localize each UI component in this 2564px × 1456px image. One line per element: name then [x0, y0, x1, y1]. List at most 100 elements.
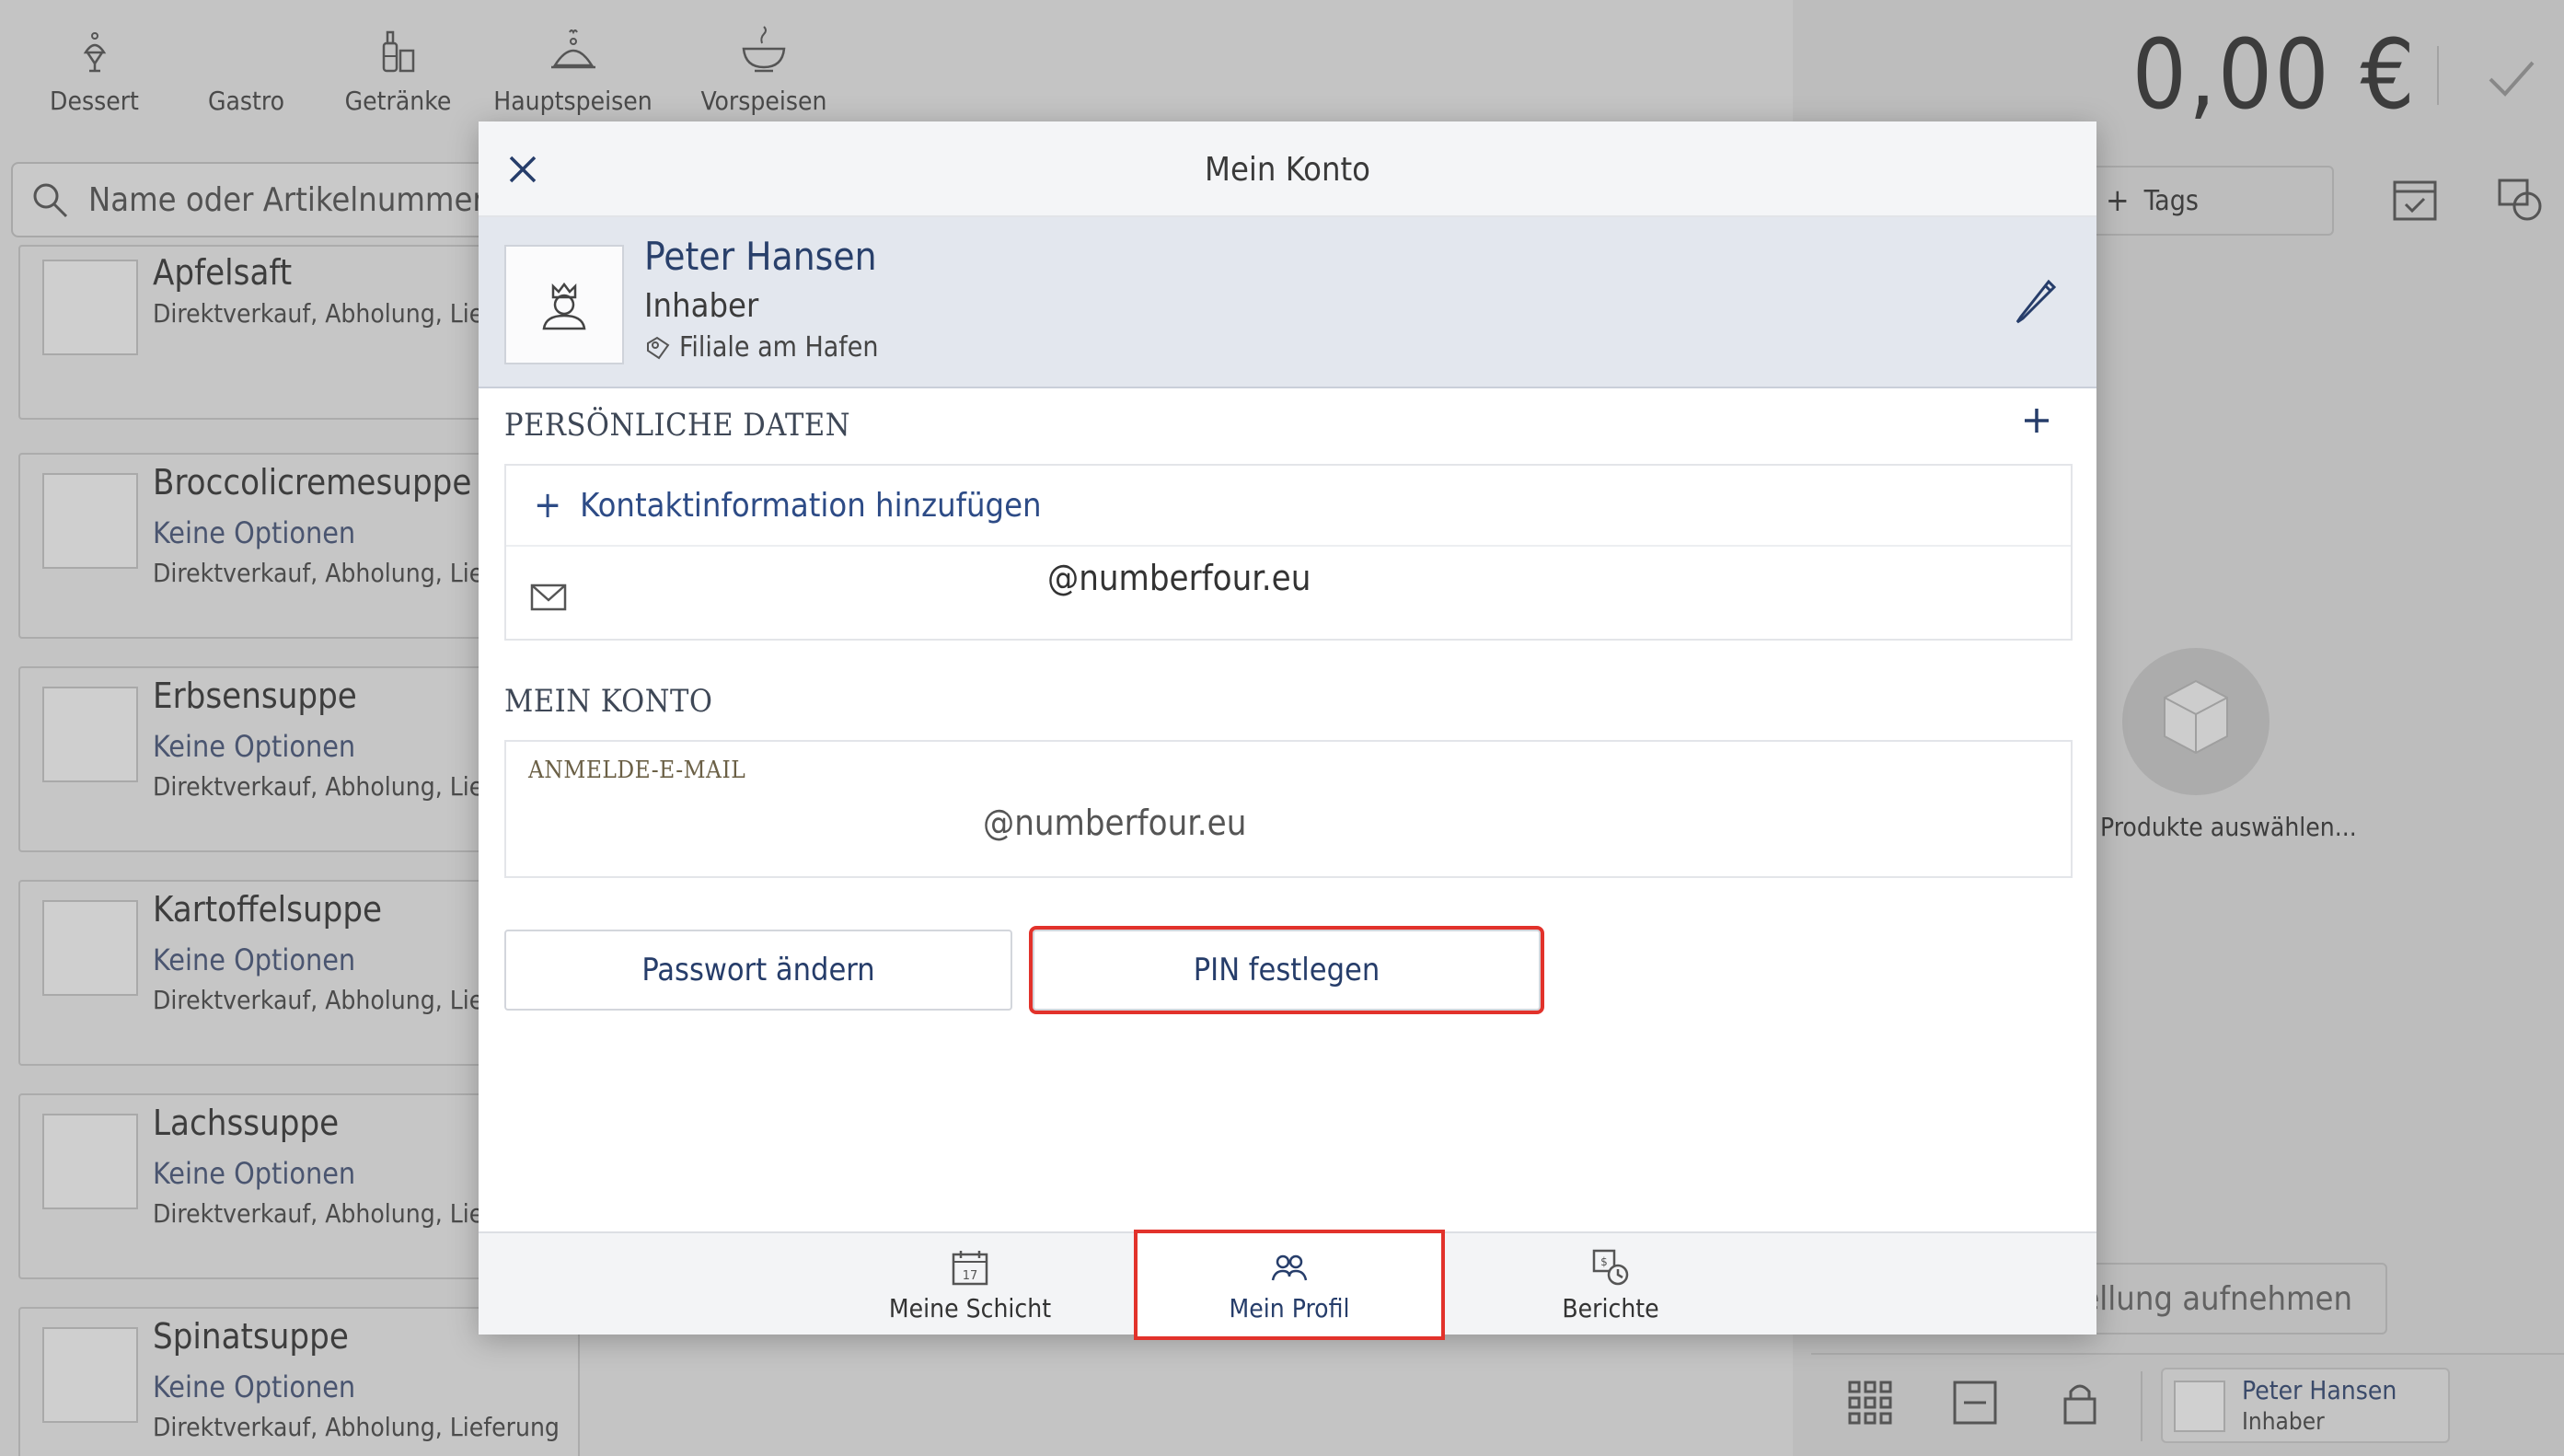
main-dishes-icon	[550, 29, 595, 69]
product-image	[42, 473, 138, 569]
tab-label: Mein Profil	[1229, 1292, 1350, 1323]
product-channels: Direktverkauf, Abholung, Lief	[153, 771, 492, 802]
current-user-name: Peter Hansen	[2242, 1375, 2397, 1405]
divider	[2141, 1371, 2142, 1441]
search-icon	[33, 183, 68, 218]
checkmark-icon[interactable]	[2481, 48, 2540, 107]
product-channels: Direktverkauf, Abholung, Lieferung	[153, 1412, 560, 1442]
category-dessert[interactable]: Dessert	[18, 0, 170, 138]
avatar	[2174, 1381, 2225, 1432]
profile-name: Peter Hansen	[644, 234, 877, 279]
profile-role: Inhaber	[644, 287, 759, 325]
category-drinks[interactable]: Getränke	[322, 0, 474, 138]
product-options: Keine Optionen	[153, 1369, 356, 1404]
email-row[interactable]: @numberfour.eu	[506, 547, 2071, 639]
category-starters[interactable]: Vorspeisen	[672, 0, 856, 138]
category-label: Getränke	[344, 86, 452, 116]
tab-reports[interactable]: $ Berichte	[1491, 1233, 1730, 1336]
product-channels: Direktverkauf, Abholung, Lief	[153, 1198, 492, 1229]
switch-icon[interactable]	[2494, 173, 2546, 225]
current-user-role: Inhaber	[2242, 1408, 2325, 1436]
product-name: Apfelsaft	[153, 252, 293, 293]
product-image	[42, 1114, 138, 1209]
reports-icon: $	[1592, 1249, 1629, 1285]
my-account-heading: MEIN KONTO	[504, 683, 713, 720]
email-value: @numberfour.eu	[1047, 558, 1311, 598]
product-name: Erbsensuppe	[153, 676, 357, 716]
product-channels: Direktverkauf, Abholung, Lief	[153, 558, 492, 588]
plus-icon: +	[2106, 182, 2130, 219]
calendar-icon: 17	[952, 1250, 988, 1285]
product-name: Broccolicremesuppe	[153, 462, 472, 503]
login-email-value: @numberfour.eu	[983, 803, 1247, 843]
add-contact-label: Kontaktinformation hinzufügen	[580, 486, 1042, 525]
product-image	[42, 260, 138, 355]
product-options: Keine Optionen	[153, 1156, 356, 1191]
category-label: Gastro	[207, 86, 285, 116]
close-button[interactable]	[479, 121, 567, 217]
product-options: Keine Optionen	[153, 729, 356, 764]
product-channels: Direktverkauf, Abholung, Lief	[153, 985, 492, 1015]
account-dialog: Mein Konto Peter Hansen Inhaber Filiale …	[479, 121, 2096, 1340]
lock-icon[interactable]	[2054, 1377, 2106, 1428]
gastro-icon	[221, 25, 272, 76]
set-pin-button[interactable]: PIN festlegen	[1029, 926, 1544, 1014]
profile-card: Peter Hansen Inhaber Filiale am Hafen	[479, 217, 2096, 388]
product-channels: Direktverkauf, Abholung, Lief	[153, 298, 492, 329]
tab-my-shift[interactable]: 17 Meine Schicht	[850, 1233, 1090, 1336]
tab-label: Berichte	[1562, 1292, 1659, 1323]
category-bar: Dessert Gastro Getränke Hauptspeisen Vor…	[0, 0, 1793, 138]
category-main-dishes[interactable]: Hauptspeisen	[474, 0, 672, 138]
user-icon	[542, 282, 586, 330]
dialog-tab-bar: 17 Meine Schicht Mein Profil $ Berichte	[479, 1230, 2096, 1340]
category-label: Hauptspeisen	[493, 86, 653, 116]
plus-icon: +	[534, 484, 562, 526]
personal-data-box: + Kontaktinformation hinzufügen @numberf…	[504, 464, 2073, 641]
drinks-icon	[382, 30, 414, 73]
category-label: Dessert	[50, 86, 139, 116]
minus-box-icon[interactable]	[1949, 1377, 2001, 1428]
product-image	[42, 900, 138, 996]
product-name: Spinatsuppe	[153, 1316, 349, 1357]
tab-my-profile[interactable]: Mein Profil	[1134, 1230, 1445, 1340]
profile-icon	[1271, 1254, 1308, 1280]
empty-cart-icon	[2122, 648, 2269, 795]
envelope-icon	[530, 584, 567, 611]
calendar-check-icon[interactable]	[2389, 173, 2441, 225]
add-contact-button[interactable]: + Kontaktinformation hinzufügen	[506, 466, 2071, 547]
product-options: Keine Optionen	[153, 515, 356, 550]
product-name: Kartoffelsuppe	[153, 889, 383, 930]
login-email-box: ANMELDE-E-MAIL @numberfour.eu	[504, 740, 2073, 878]
product-image	[42, 1327, 138, 1423]
dialog-header: Mein Konto	[479, 121, 2096, 217]
edit-pencil-icon[interactable]	[2008, 272, 2063, 328]
grid-icon[interactable]	[1844, 1377, 1896, 1428]
cart-total: 0,00 €	[2131, 18, 2417, 131]
avatar	[504, 245, 624, 364]
dessert-icon	[83, 32, 106, 73]
svg-text:17: 17	[963, 1269, 978, 1283]
personal-data-heading: PERSÖNLICHE DATEN	[504, 407, 851, 444]
close-icon	[509, 156, 537, 183]
svg-text:$: $	[1600, 1255, 1608, 1268]
empty-cart-label: Produkte auswählen...	[2100, 812, 2357, 842]
add-personal-data-icon[interactable]	[2014, 398, 2060, 444]
tab-label: Meine Schicht	[888, 1292, 1052, 1323]
tags-label: Tags	[2143, 184, 2199, 217]
product-name: Lachssuppe	[153, 1103, 340, 1143]
starters-icon	[742, 26, 786, 73]
tags-button[interactable]: + Tags	[2071, 166, 2334, 236]
category-gastro[interactable]: Gastro	[170, 0, 322, 138]
product-image	[42, 687, 138, 782]
divider	[2437, 46, 2439, 105]
login-email-label: ANMELDE-E-MAIL	[528, 757, 746, 784]
profile-branch: Filiale am Hafen	[644, 331, 879, 364]
product-options: Keine Optionen	[153, 942, 356, 977]
current-user-chip[interactable]: Peter Hansen Inhaber	[2161, 1368, 2450, 1443]
dialog-title: Mein Konto	[1205, 150, 1370, 189]
change-password-button[interactable]: Passwort ändern	[504, 930, 1012, 1011]
location-tag-icon	[647, 336, 670, 359]
search-placeholder: Name oder Artikelnummer ei	[88, 180, 521, 219]
category-label: Vorspeisen	[700, 86, 827, 116]
branch-label: Filiale am Hafen	[679, 331, 879, 364]
